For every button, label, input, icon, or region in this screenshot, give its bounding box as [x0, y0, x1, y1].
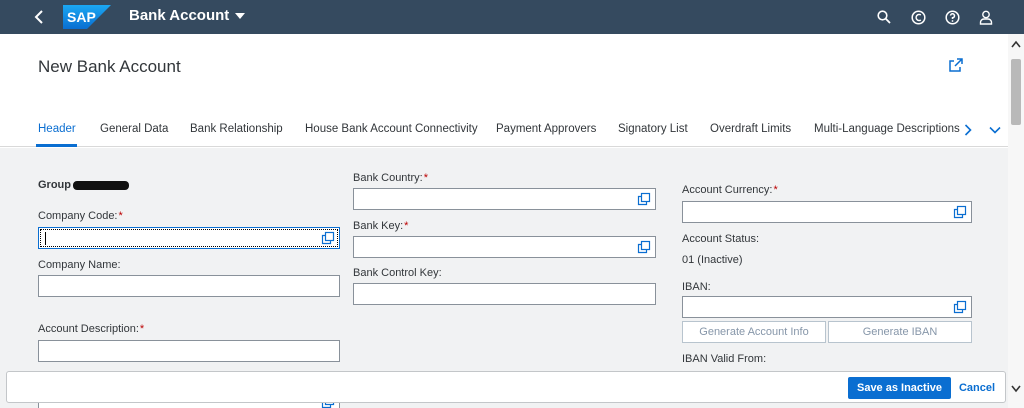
- account-status-label: Account Status:: [682, 233, 760, 245]
- active-tab-indicator: [36, 144, 77, 147]
- caret-down-icon: [235, 12, 246, 19]
- bank-key-label: Bank Key:*: [353, 220, 409, 232]
- page-title: New Bank Account: [38, 57, 181, 76]
- tab-house-bank-account-connectivity[interactable]: House Bank Account Connectivity: [305, 123, 478, 135]
- account-currency-input[interactable]: [682, 201, 972, 223]
- bank-control-key-input[interactable]: [353, 283, 656, 305]
- page-scrollbar[interactable]: [1008, 34, 1024, 408]
- group-label: Group: [38, 179, 129, 191]
- app-title: Bank Account: [129, 7, 230, 24]
- value-help-icon[interactable]: [637, 240, 651, 254]
- back-icon[interactable]: [30, 7, 50, 27]
- iban-valid-from-label: IBAN Valid From:: [682, 353, 767, 365]
- shell-bar: SAP Bank Account: [0, 0, 1024, 34]
- iban-input[interactable]: [682, 296, 972, 318]
- company-name-input[interactable]: [38, 275, 340, 297]
- generate-account-info-button[interactable]: Generate Account Info: [682, 321, 826, 343]
- search-icon[interactable]: [874, 7, 894, 27]
- scroll-up-icon[interactable]: [1011, 40, 1021, 48]
- app-title-menu[interactable]: Bank Account: [129, 7, 246, 24]
- share-icon[interactable]: [948, 57, 968, 77]
- section-tabs: Header General Data Bank Relationship Ho…: [0, 117, 1008, 147]
- tab-multi-language-descriptions[interactable]: Multi-Language Descriptions: [814, 123, 960, 135]
- bank-control-key-label: Bank Control Key:: [353, 267, 442, 279]
- chevron-right-icon[interactable]: [960, 121, 976, 139]
- tab-overdraft-limits[interactable]: Overdraft Limits: [710, 123, 791, 135]
- redacted-value: [73, 180, 129, 190]
- notification-icon[interactable]: [908, 7, 928, 27]
- account-description-input[interactable]: [38, 340, 340, 362]
- value-help-icon[interactable]: [321, 231, 335, 245]
- scroll-down-icon[interactable]: [1011, 385, 1021, 393]
- company-code-input[interactable]: [38, 227, 340, 249]
- tab-header[interactable]: Header: [38, 123, 76, 135]
- value-help-icon[interactable]: [953, 205, 967, 219]
- svg-text:SAP: SAP: [67, 9, 96, 25]
- company-code-label: Company Code:*: [38, 210, 123, 222]
- footer-toolbar: Save as Inactive Cancel: [6, 371, 1006, 403]
- company-name-label: Company Name:: [38, 259, 121, 271]
- cancel-button[interactable]: Cancel: [953, 377, 1001, 399]
- bank-country-input[interactable]: [353, 188, 656, 210]
- text-caret: [45, 232, 46, 245]
- tab-bank-relationship[interactable]: Bank Relationship: [190, 123, 283, 135]
- bank-key-input[interactable]: [353, 236, 656, 258]
- tab-signatory-list[interactable]: Signatory List: [618, 123, 688, 135]
- tab-payment-approvers[interactable]: Payment Approvers: [496, 123, 596, 135]
- iban-label: IBAN:: [682, 281, 711, 293]
- user-icon[interactable]: [976, 7, 996, 27]
- sap-logo[interactable]: SAP: [63, 5, 111, 29]
- chevron-down-icon[interactable]: [987, 121, 1003, 139]
- value-help-icon[interactable]: [637, 192, 651, 206]
- object-page-header: New Bank Account Header General Data Ban…: [0, 34, 1008, 147]
- bank-country-label: Bank Country:*: [353, 172, 428, 184]
- form-content: Group Company Code:* Company Name: Accou…: [0, 148, 1008, 408]
- account-currency-label: Account Currency:*: [682, 184, 778, 196]
- value-help-icon[interactable]: [953, 300, 967, 314]
- generate-iban-button[interactable]: Generate IBAN: [828, 321, 972, 343]
- account-status-value: 01 (Inactive): [682, 254, 743, 266]
- save-as-inactive-button[interactable]: Save as Inactive: [848, 377, 951, 399]
- scroll-thumb[interactable]: [1011, 59, 1021, 125]
- help-icon[interactable]: [942, 7, 962, 27]
- account-description-label: Account Description:*: [38, 323, 145, 335]
- tab-general-data[interactable]: General Data: [100, 123, 168, 135]
